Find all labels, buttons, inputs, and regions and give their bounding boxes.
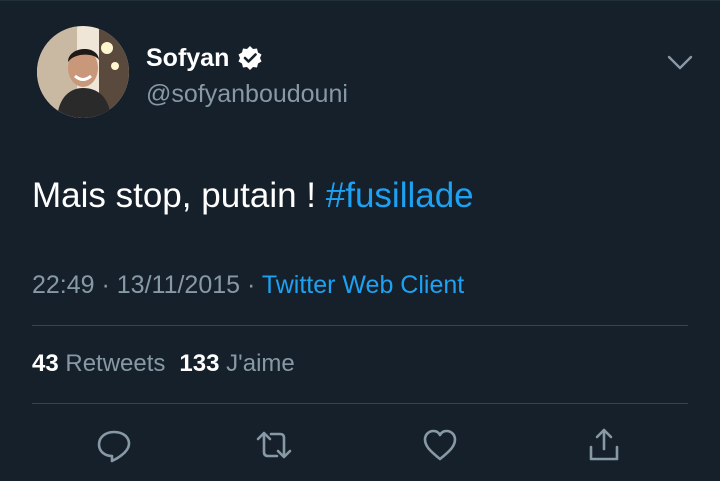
- divider: [32, 403, 688, 404]
- tweet-card: Sofyan @sofyanboudouni Mais stop, putain…: [0, 0, 720, 481]
- likes-stat[interactable]: 133 J'aime: [179, 350, 294, 377]
- user-name-row[interactable]: Sofyan: [146, 41, 263, 75]
- divider: [32, 325, 688, 326]
- retweet-icon: [256, 431, 292, 459]
- like-button[interactable]: [420, 425, 460, 465]
- profile-photo-icon: [37, 26, 129, 118]
- meta-separator: ·: [94, 271, 117, 299]
- retweets-label: Retweets: [65, 350, 166, 377]
- retweet-button[interactable]: [254, 425, 294, 465]
- likes-label: J'aime: [226, 350, 295, 377]
- avatar[interactable]: [37, 26, 129, 118]
- likes-count: 133: [179, 350, 220, 377]
- share-button[interactable]: [584, 425, 624, 465]
- client-link[interactable]: Twitter Web Client: [262, 271, 464, 299]
- tweet-date[interactable]: 13/11/2015: [117, 271, 240, 299]
- retweets-stat[interactable]: 43 Retweets: [32, 350, 165, 377]
- chevron-down-icon[interactable]: [663, 51, 697, 75]
- tweet-time[interactable]: 22:49: [32, 271, 95, 299]
- share-icon: [589, 428, 619, 461]
- display-name[interactable]: Sofyan: [146, 41, 229, 75]
- user-handle[interactable]: @sofyanboudouni: [146, 77, 348, 111]
- tweet-body: Mais stop, putain !: [32, 176, 326, 215]
- hashtag-link[interactable]: #fusillade: [326, 176, 474, 215]
- comment-icon: [97, 430, 131, 463]
- tweet-stats: 43 Retweets 133 J'aime: [32, 346, 309, 382]
- tweet-meta: 22:49 · 13/11/2015 · Twitter Web Client: [32, 267, 464, 303]
- meta-separator: ·: [240, 271, 262, 299]
- heart-icon: [423, 429, 457, 461]
- verified-badge-icon: [237, 45, 263, 71]
- reply-button[interactable]: [94, 425, 134, 465]
- tweet-text: Mais stop, putain ! #fusillade: [32, 171, 474, 221]
- retweets-count: 43: [32, 350, 59, 377]
